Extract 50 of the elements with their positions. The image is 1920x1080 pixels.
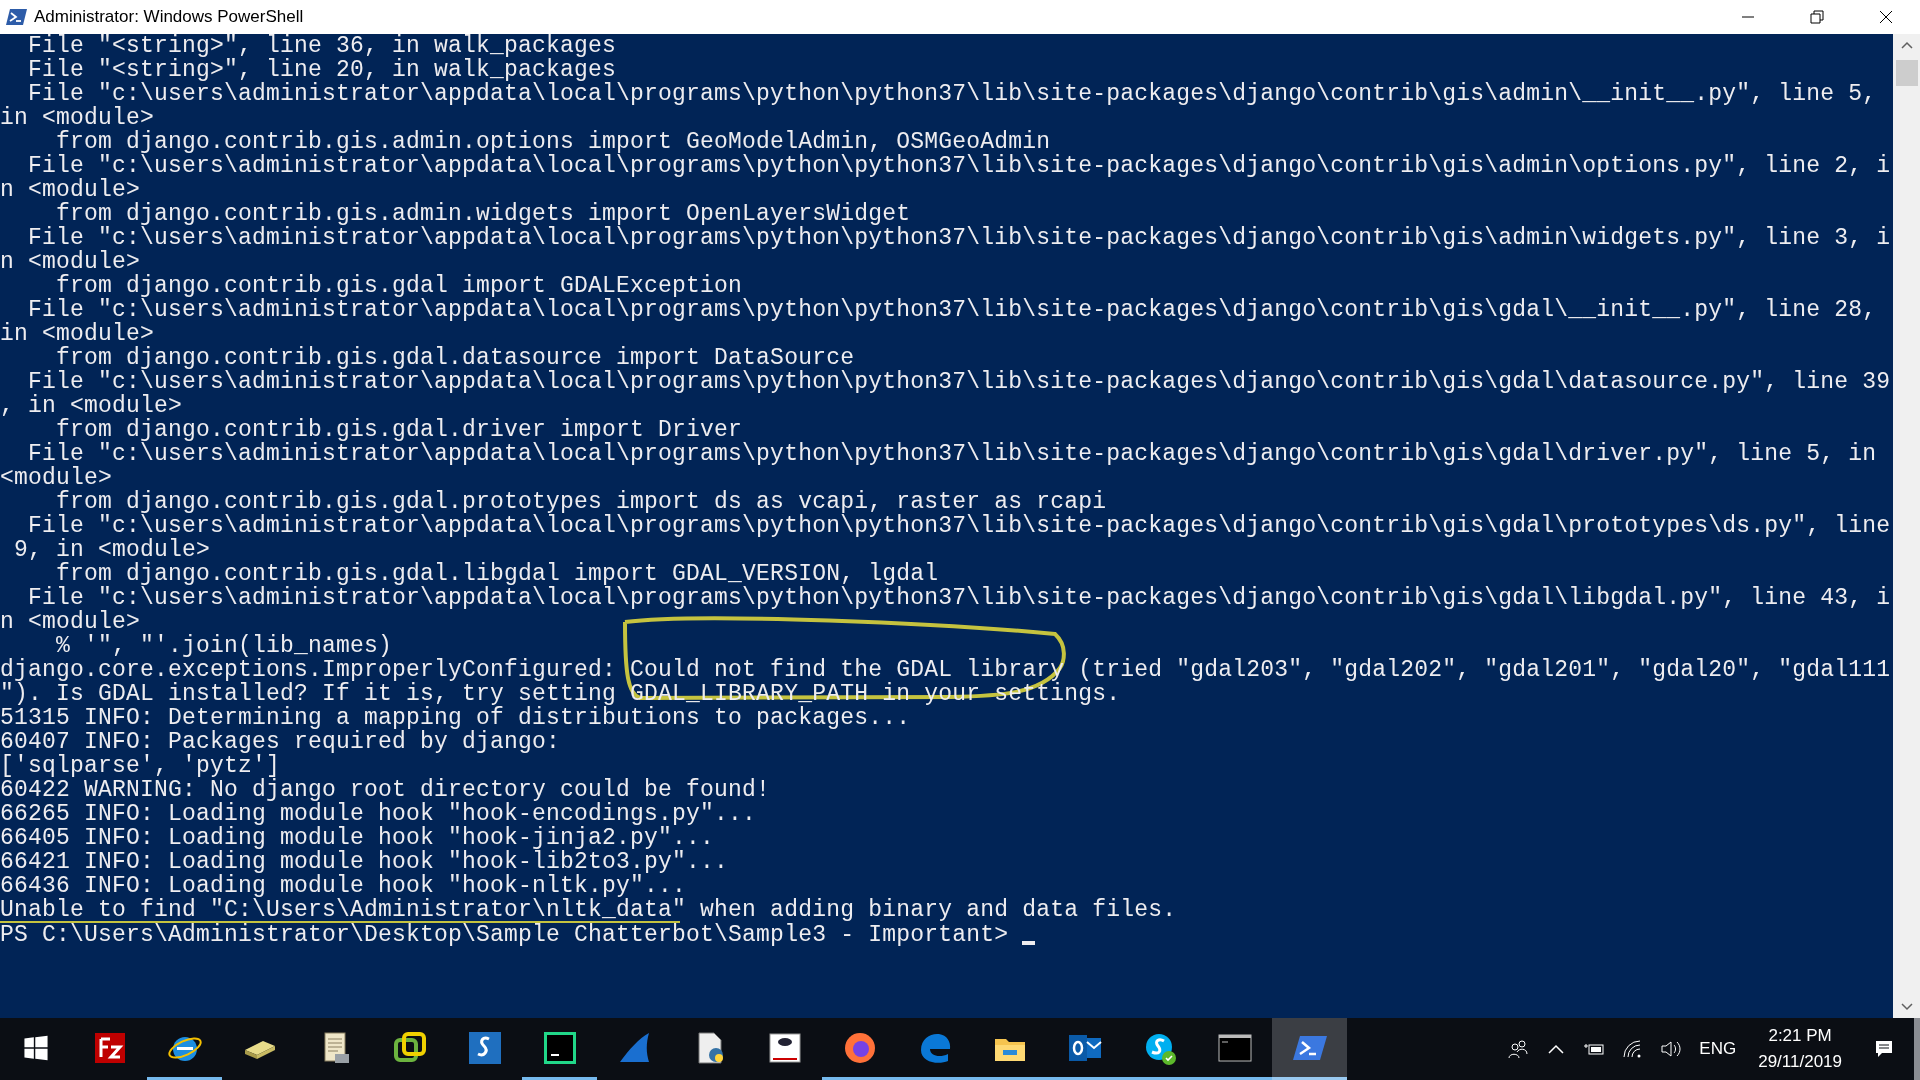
clock[interactable]: 2:21 PM 29/11/2019: [1746, 1023, 1854, 1075]
console-line: n <module>: [0, 251, 141, 273]
window-title: Administrator: Windows PowerShell: [34, 7, 305, 27]
restore-icon: [1809, 10, 1824, 24]
console-line: File "c:\users\administrator\appdata\local\programs\python\python37\lib\site-packages\django\contrib\gis\gdal\__init__.py", line 28,: [27, 299, 1877, 321]
console-line: File "c:\users\administrator\appdata\local\programs\python\python37\lib\site-packages\django\contrib\gis\admin\options.py", line 2, i: [27, 155, 1891, 177]
console-line: n <module>: [0, 179, 141, 201]
powershell-icon: [6, 8, 28, 26]
console-line: 66405 INFO: Loading module hook "hook-jinja2.py"...: [0, 827, 715, 849]
console-line: in <module>: [0, 107, 155, 129]
console-line: from django.contrib.gis.admin.widgets import OpenLayersWidget: [56, 203, 911, 225]
close-icon: [1878, 10, 1893, 24]
text-cursor: [1022, 941, 1036, 945]
s-curve-icon: [466, 1029, 503, 1066]
windows-logo-icon: [23, 1034, 49, 1061]
console-line: from django.contrib.gis.admin.options import GeoModelAdmin, OSMGeoAdmin: [56, 131, 1051, 153]
console-line: <module>: [0, 467, 113, 489]
console-line: from django.contrib.gis.gdal.datasource import DataSource: [56, 347, 855, 369]
console-line: File "c:\users\administrator\appdata\local\programs\python\python37\lib\site-packages\django\contrib\gis\admin\widgets.py", line 3, i: [27, 227, 1891, 249]
console-line: 60422 WARNING: No django root directory could be found!: [0, 779, 771, 801]
console-line: from django.contrib.gis.gdal.driver import Driver: [56, 419, 743, 441]
console-line: 66421 INFO: Loading module hook "hook-lib2to3.py"...: [0, 851, 729, 873]
console-line: % '", "'.join(lib_names): [56, 635, 393, 657]
console-line: File "c:\users\administrator\appdata\local\programs\python\python37\lib\site-packages\django\contrib\gis\gdal\libgdal.py", line 43, i: [27, 587, 1891, 609]
console-line: 66265 INFO: Loading module hook "hook-encodings.py"...: [0, 803, 757, 825]
console-line: File "c:\users\administrator\appdata\local\programs\python\python37\lib\site-packages\django\contrib\gis\gdal\prototypes\ds.py", line: [27, 515, 1891, 537]
console-line: n <module>: [0, 611, 141, 633]
console-line: File "<string>", line 20, in walk_packages: [27, 59, 617, 81]
taskbar-app-button[interactable]: [1272, 1018, 1347, 1080]
console-line: File "c:\users\administrator\appdata\local\programs\python\python37\lib\site-packages\django\contrib\gis\gdal\datasource.py", line 39: [27, 371, 1891, 393]
language-indicator[interactable]: ENG: [1689, 1039, 1747, 1059]
console-line: 66436 INFO: Loading module hook "hook-nltk.py"...: [0, 875, 687, 897]
console-line: File "c:\users\administrator\appdata\local\programs\python\python37\lib\site-packages\django\contrib\gis\admin\__init__.py", line 5,: [27, 83, 1877, 105]
command-prompt: PS C:\Users\Administrator\Desktop\Sample Chatterbot\Sample3 - Important>: [0, 923, 1010, 947]
chevron-up-icon: [1900, 41, 1913, 49]
console-line: from django.contrib.gis.gdal import GDALException: [56, 275, 743, 297]
console-line: from django.contrib.gis.gdal.libgdal import GDAL_VERSION, lgdal: [56, 563, 939, 585]
console-line: 9, in <module>: [13, 539, 211, 561]
console-line: from django.contrib.gis.gdal.prototypes import ds as vcapi, raster as rcapi: [56, 491, 1107, 513]
console-line: 60407 INFO: Packages required by django:: [0, 731, 561, 753]
console-line: in <module>: [0, 323, 155, 345]
console-line: , in <module>: [0, 395, 183, 417]
console-line: File "<string>", line 36, in walk_packages: [27, 35, 617, 57]
console-line: ['sqlparse', 'pytz']: [0, 755, 281, 777]
scrollbar-thumb[interactable]: [1895, 60, 1918, 86]
console-line: 51315 INFO: Determining a mapping of distributions to packages...: [0, 707, 911, 729]
ide-icon: [541, 1029, 578, 1066]
console-line: File "c:\users\administrator\appdata\local\programs\python\python37\lib\site-packages\django\contrib\gis\gdal\driver.py", line 5, in: [28, 443, 1877, 465]
chevron-down-icon: [1900, 1003, 1913, 1011]
console-line: Unable to find "C:\Users\Administrator\nltk_data" when adding binary and data files.: [0, 899, 1177, 921]
